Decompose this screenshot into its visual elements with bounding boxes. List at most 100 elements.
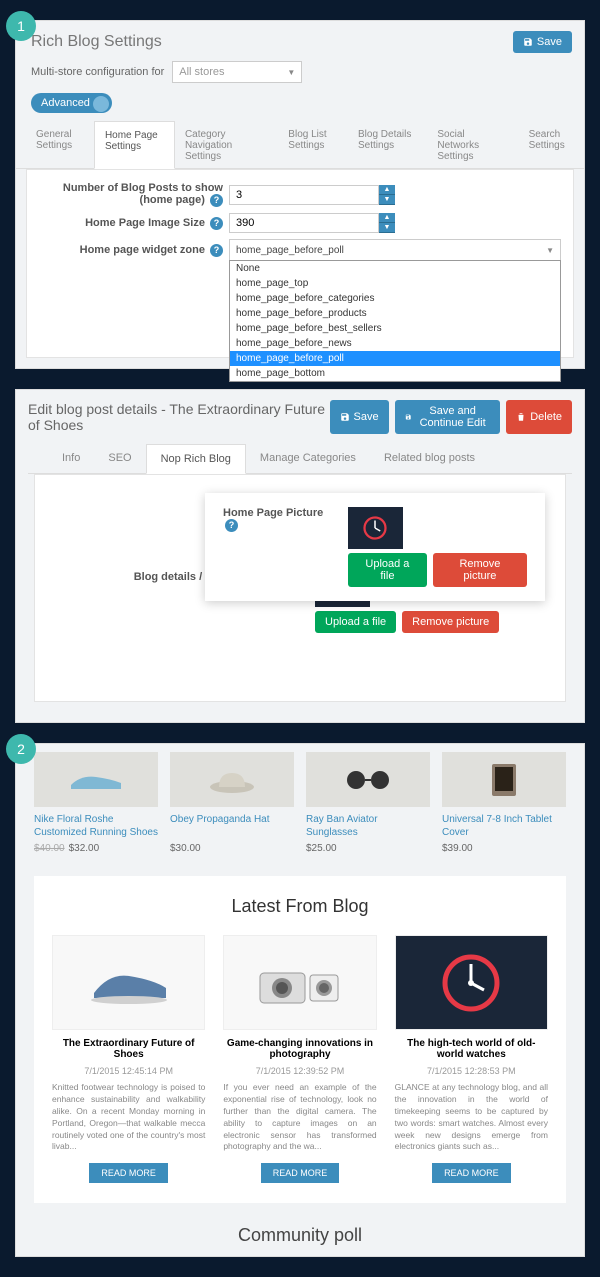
blog-card: The high-tech world of old-world watches… [395,935,548,1183]
dropdown-option-selected[interactable]: home_page_before_poll [230,351,560,366]
spinner-up-icon[interactable]: ▲ [379,185,395,195]
remove-button[interactable]: Remove picture [402,611,499,633]
tab-search[interactable]: Search Settings [519,121,584,168]
save-button[interactable]: Save [330,400,389,434]
floppy-icon [523,37,533,47]
tab-categories[interactable]: Manage Categories [246,444,370,473]
blog-title[interactable]: Game-changing innovations in photography [223,1038,376,1062]
tab-home-page[interactable]: Home Page Settings [94,121,175,169]
tab-info[interactable]: Info [48,444,94,473]
floppy-icon [340,412,350,422]
shoe-icon [84,958,174,1008]
shoe-icon [66,765,126,795]
save-continue-button[interactable]: Save and Continue Edit [395,400,501,434]
hat-icon [207,765,257,795]
upload-button[interactable]: Upload a file [348,553,427,587]
dropdown-option[interactable]: home_page_top [230,276,560,291]
save-button[interactable]: Save [513,31,572,53]
blog-card: The Extraordinary Future of Shoes 7/1/20… [52,935,205,1183]
read-more-button[interactable]: READ MORE [261,1163,340,1183]
product-price: $39.00 [442,843,566,854]
widget-zone-value: home_page_before_poll [236,245,344,256]
product-title: Obey Propaganda Hat [170,813,294,839]
spinner-up-icon[interactable]: ▲ [379,213,395,223]
dropdown-option[interactable]: home_page_bottom [230,366,560,381]
tab-seo[interactable]: SEO [94,444,145,473]
product-card[interactable]: Nike Floral Roshe Customized Running Sho… [34,752,158,854]
multistore-label: Multi-store configuration for [31,66,164,78]
rich-blog-settings-panel: 1 Save Rich Blog Settings Multi-store co… [15,20,585,369]
dropdown-option[interactable]: home_page_before_best_sellers [230,321,560,336]
poll-heading: Community poll [16,1203,584,1256]
dropdown-option[interactable]: home_page_before_news [230,336,560,351]
panel-title: Rich Blog Settings [16,21,584,59]
tab-related[interactable]: Related blog posts [370,444,489,473]
product-title: Ray Ban Aviator Sunglasses [306,813,430,839]
upload-button[interactable]: Upload a file [315,611,396,633]
read-more-button[interactable]: READ MORE [432,1163,511,1183]
tab-category-nav[interactable]: Category Navigation Settings [175,121,278,168]
advanced-toggle[interactable]: Advanced [31,93,112,113]
delete-button[interactable]: Delete [506,400,572,434]
widget-zone-select[interactable]: home_page_before_poll ▼ None home_page_t… [229,239,561,261]
edit-tabs: Info SEO Nop Rich Blog Manage Categories… [28,444,572,474]
product-row: Nike Floral Roshe Customized Running Sho… [16,752,584,864]
help-icon[interactable]: ? [210,217,223,230]
remove-button[interactable]: Remove picture [433,553,527,587]
multistore-row: Multi-store configuration for All stores… [16,59,584,93]
dropdown-option[interactable]: home_page_before_categories [230,291,560,306]
dropdown-option[interactable]: None [230,261,560,276]
upload-popup: Home Page Picture ? [205,493,545,601]
step-badge-1: 1 [6,11,36,41]
advanced-label: Advanced [41,97,90,109]
help-icon[interactable]: ? [210,244,223,257]
blog-image[interactable] [52,935,205,1030]
dropdown-option[interactable]: home_page_before_products [230,306,560,321]
multistore-value: All stores [179,66,224,78]
tab-rich-blog[interactable]: Nop Rich Blog [146,444,246,474]
blog-title[interactable]: The high-tech world of old-world watches [395,1038,548,1062]
help-icon[interactable]: ? [225,519,238,532]
floppy-icon [405,412,412,422]
help-icon[interactable]: ? [210,194,223,207]
settings-tabs: General Settings Home Page Settings Cate… [16,121,584,169]
img-size-label: Home Page Image Size ? [39,217,229,230]
product-card[interactable]: Obey Propaganda Hat $30.00 [170,752,294,854]
product-old-price: $40.00 [34,843,65,854]
blog-date: 7/1/2015 12:28:53 PM [395,1066,548,1076]
read-more-button[interactable]: READ MORE [89,1163,168,1183]
save-bar: Save [513,31,572,53]
product-image [34,752,158,807]
multistore-select[interactable]: All stores ▼ [172,61,302,83]
tab-blog-list[interactable]: Blog List Settings [278,121,348,168]
blog-title[interactable]: The Extraordinary Future of Shoes [52,1038,205,1062]
product-card[interactable]: Universal 7-8 Inch Tablet Cover $39.00 [442,752,566,854]
num-posts-input[interactable]: ▲▼ [229,185,324,205]
tablet-icon [484,760,524,800]
edit-title: Edit blog post details - The Extraordina… [28,401,330,433]
img-size-input[interactable]: ▲▼ [229,213,324,233]
home-pic-label: Home Page Picture [223,507,323,519]
edit-blog-post-panel: Edit blog post details - The Extraordina… [15,389,585,723]
tab-social[interactable]: Social Networks Settings [427,121,518,168]
blog-card: Game-changing innovations in photography… [223,935,376,1183]
img-size-field[interactable] [229,213,379,233]
widget-zone-label: Home page widget zone ? [39,244,229,257]
tab-general[interactable]: General Settings [26,121,94,168]
storefront-panel: 2 Nike Floral Roshe Customized Running S… [15,743,585,1257]
sunglasses-icon [338,768,398,792]
watch-icon [436,948,506,1018]
watch-icon [360,513,390,543]
thumbnail [348,507,403,549]
blog-image[interactable] [223,935,376,1030]
tab-blog-details[interactable]: Blog Details Settings [348,121,427,168]
camera-icon [250,955,350,1010]
product-card[interactable]: Ray Ban Aviator Sunglasses $25.00 [306,752,430,854]
product-price: $32.00 [69,843,100,854]
blog-image[interactable] [395,935,548,1030]
num-posts-field[interactable] [229,185,379,205]
toggle-knob [93,96,109,112]
spinner-down-icon[interactable]: ▼ [379,195,395,205]
spinner-down-icon[interactable]: ▼ [379,223,395,233]
chevron-down-icon: ▼ [546,246,560,255]
